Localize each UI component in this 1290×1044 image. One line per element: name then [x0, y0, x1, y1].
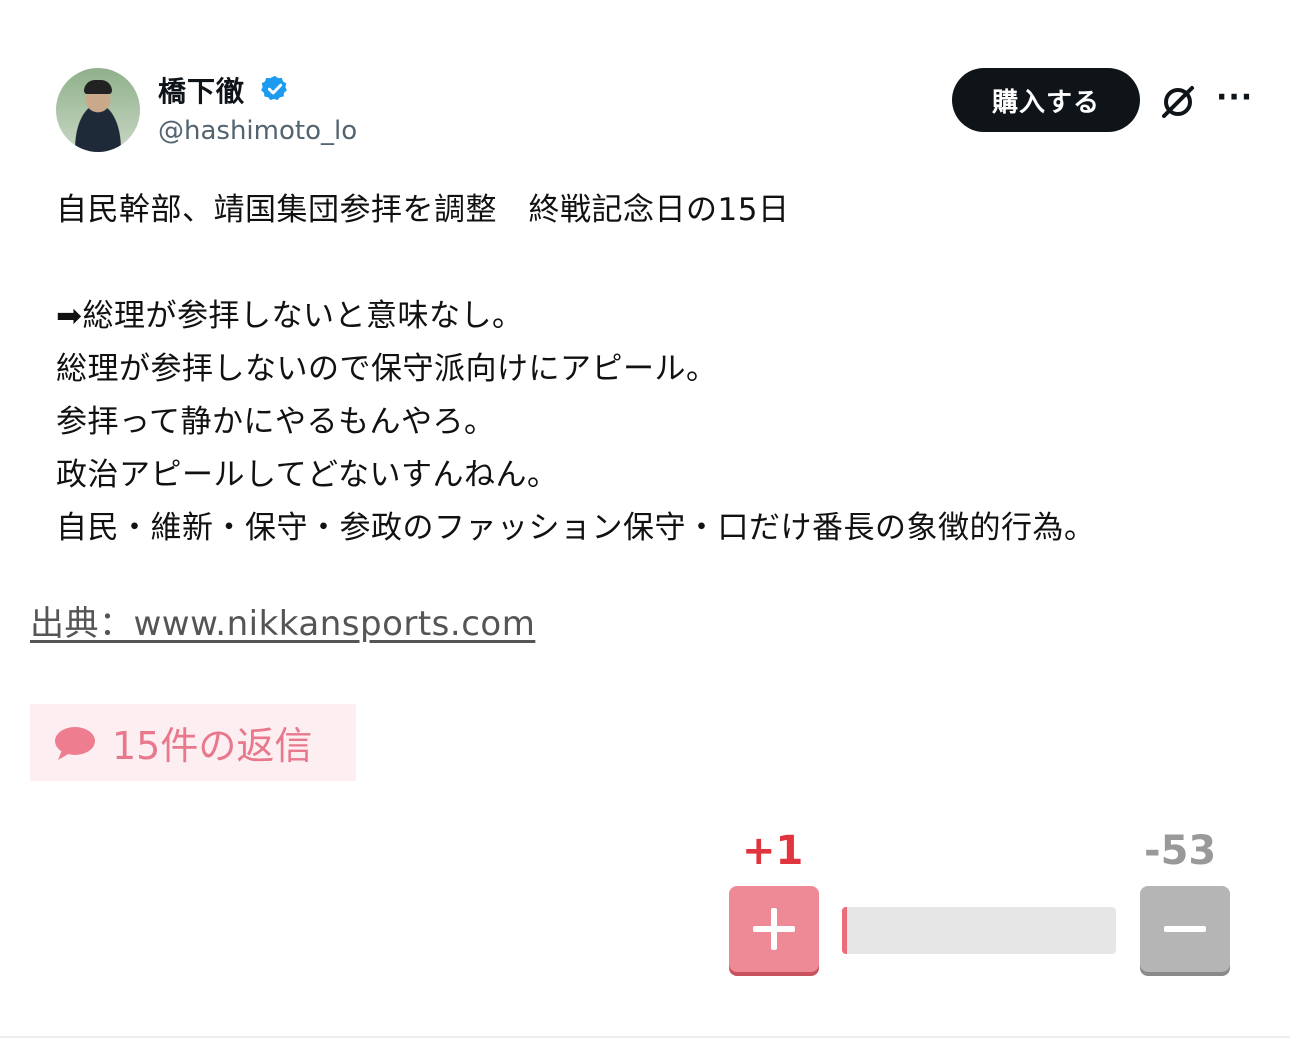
source-link[interactable]: 出典：www.nikkansports.com: [30, 596, 535, 645]
author-name[interactable]: 橋下徹: [158, 70, 245, 110]
vote-ratio-bar: [842, 907, 1116, 954]
replies-label: 15件の返信: [112, 724, 313, 768]
minus-vote-count: -53: [1144, 828, 1217, 874]
divider: [0, 1036, 1290, 1038]
post-text-line: 自民幹部、靖国集団参拝を調整 終戦記念日の15日: [56, 192, 790, 228]
author-handle[interactable]: @hashimoto_lo: [158, 116, 357, 146]
vote-ratio-fill: [842, 907, 847, 954]
avatar[interactable]: [56, 68, 140, 152]
minus-icon: [1164, 926, 1206, 932]
post-text-line: [56, 237, 1096, 290]
post-text-line: 参拝って静かにやるもんやろ。: [56, 404, 496, 440]
plus-vote-button[interactable]: [729, 886, 819, 972]
grok-icon[interactable]: [1158, 82, 1198, 122]
buy-button[interactable]: 購入する: [952, 68, 1140, 132]
post-text-line: 総理が参拝しないので保守派向けにアピール。: [56, 351, 718, 387]
post-text: 自民幹部、靖国集団参拝を調整 終戦記念日の15日 ➡総理が参拝しないと意味なし。…: [56, 184, 1096, 555]
minus-vote-button[interactable]: [1140, 886, 1230, 972]
more-options-icon[interactable]: ···: [1216, 80, 1253, 115]
plus-vote-count: +1: [742, 828, 804, 874]
verified-badge-icon: [261, 75, 287, 101]
replies-button[interactable]: 15件の返信: [30, 704, 356, 781]
post-text-line: 政治アピールしてどないすんねん。: [56, 457, 559, 493]
comment-bubble-icon: [55, 726, 95, 760]
post-text-line: ➡総理が参拝しないと意味なし。: [56, 298, 524, 334]
embedded-post: 橋下徹 @hashimoto_lo 購入する ··· 自民幹部、靖国集団参拝を調…: [46, 56, 1266, 556]
post-text-line: 自民・維新・保守・参政のファッション保守・口だけ番長の象徴的行為。: [56, 510, 1096, 546]
